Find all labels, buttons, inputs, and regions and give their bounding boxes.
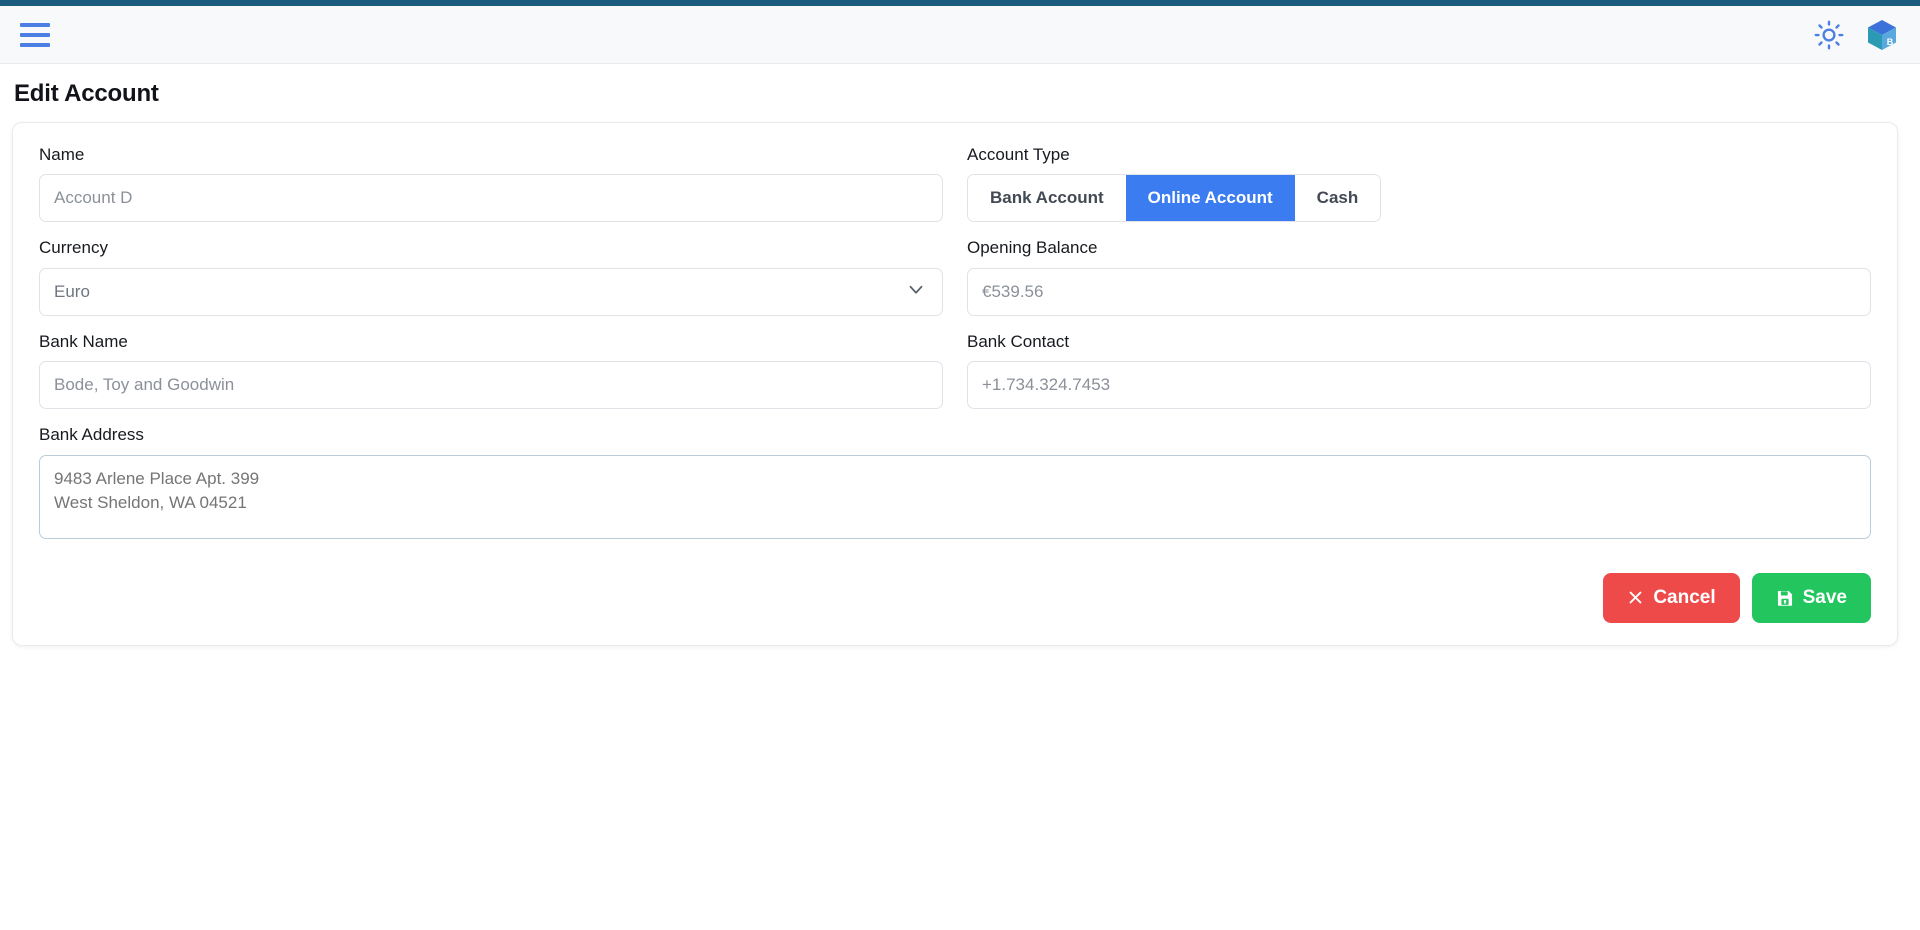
field-bank-address: Bank Address [39, 425, 1871, 538]
field-bank-contact: Bank Contact [967, 332, 1871, 409]
hamburger-bar [20, 43, 50, 47]
app-header: B [0, 6, 1920, 64]
account-type-option-bank-account[interactable]: Bank Account [968, 175, 1126, 221]
opening-balance-input[interactable] [967, 268, 1871, 316]
bank-name-input[interactable] [39, 361, 943, 409]
account-type-label: Account Type [967, 145, 1871, 165]
cancel-button[interactable]: Cancel [1603, 573, 1739, 623]
name-label: Name [39, 145, 943, 165]
account-type-option-cash[interactable]: Cash [1295, 175, 1381, 221]
hamburger-menu-icon[interactable] [18, 20, 52, 50]
bank-contact-label: Bank Contact [967, 332, 1871, 352]
field-account-type: Account Type Bank Account Online Account… [967, 145, 1871, 222]
page-title: Edit Account [14, 80, 1908, 108]
header-actions: B [1814, 18, 1898, 52]
field-name: Name [39, 145, 943, 222]
save-button[interactable]: Save [1752, 573, 1871, 623]
field-bank-name: Bank Name [39, 332, 943, 409]
cancel-button-label: Cancel [1653, 587, 1715, 609]
edit-account-card: Name Account Type Bank Account Online Ac… [12, 122, 1898, 646]
svg-text:B: B [1887, 37, 1894, 47]
page-body: Edit Account Name Account Type Bank Acco… [0, 80, 1920, 646]
field-opening-balance: Opening Balance [967, 238, 1871, 315]
field-currency: Currency Euro [39, 238, 943, 315]
sun-icon[interactable] [1814, 20, 1844, 50]
account-form: Name Account Type Bank Account Online Ac… [39, 145, 1871, 555]
bank-address-textarea[interactable] [39, 455, 1871, 539]
close-x-icon [1627, 589, 1644, 606]
bank-address-label: Bank Address [39, 425, 1871, 445]
currency-select[interactable]: Euro [39, 268, 943, 316]
currency-select-wrap: Euro [39, 268, 943, 316]
currency-label: Currency [39, 238, 943, 258]
card-actions: Cancel Save [39, 573, 1871, 623]
hamburger-bar [20, 33, 50, 37]
cube-logo-icon[interactable]: B [1866, 18, 1898, 52]
floppy-save-icon [1776, 589, 1794, 607]
opening-balance-label: Opening Balance [967, 238, 1871, 258]
bank-name-label: Bank Name [39, 332, 943, 352]
hamburger-bar [20, 23, 50, 27]
bank-contact-input[interactable] [967, 361, 1871, 409]
account-type-option-online-account[interactable]: Online Account [1126, 175, 1295, 221]
save-button-label: Save [1803, 587, 1847, 609]
name-input[interactable] [39, 174, 943, 222]
account-type-segmented-control[interactable]: Bank Account Online Account Cash [967, 174, 1381, 222]
